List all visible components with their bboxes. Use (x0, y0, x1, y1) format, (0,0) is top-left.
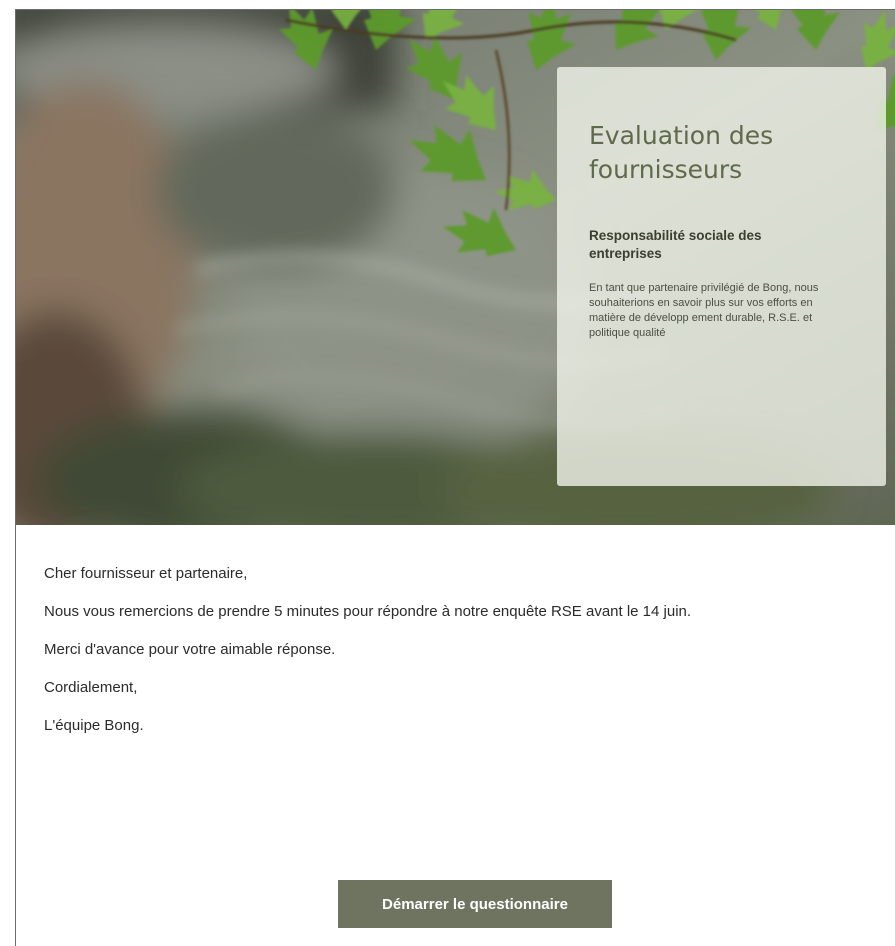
message-body: Cher fournisseur et partenaire, Nous vou… (44, 562, 874, 752)
thanks-paragraph: Merci d'avance pour votre aimable répons… (44, 641, 336, 658)
hero-banner: Evaluation des fournisseurs Responsabili… (16, 10, 895, 525)
start-survey-button[interactable]: Démarrer le questionnaire (338, 880, 612, 928)
signature-text: L'équipe Bong. (44, 717, 144, 734)
hero-info-card: Evaluation des fournisseurs Responsabili… (557, 67, 886, 486)
survey-description: En tant que partenaire privilégié de Bon… (589, 282, 819, 339)
intro-paragraph: Nous vous remercions de prendre 5 minute… (44, 603, 692, 620)
survey-subtitle: Responsabilité sociale des entreprises (589, 228, 762, 261)
survey-page: Evaluation des fournisseurs Responsabili… (15, 9, 895, 946)
closing-text: Cordialement, (44, 679, 138, 696)
survey-title: Evaluation des fournisseurs (589, 121, 774, 184)
greeting-text: Cher fournisseur et partenaire, (44, 565, 248, 582)
